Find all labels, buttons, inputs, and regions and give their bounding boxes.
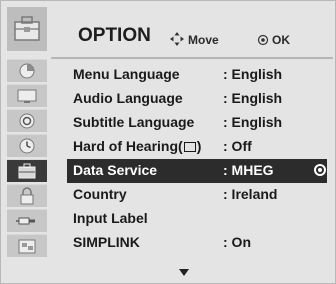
page-title: OPTION — [78, 25, 151, 46]
ok-hint: OK — [272, 33, 290, 47]
menu-item-hard-of-hearing[interactable]: Hard of Hearing() : Off — [67, 135, 327, 159]
option-briefcase-icon — [7, 7, 47, 51]
menu-item-data-service[interactable]: Data Service : MHEG — [67, 159, 327, 183]
time-icon[interactable] — [7, 134, 47, 157]
menu-item-label: SIMPLINK — [73, 234, 140, 250]
menu-item-label: Hard of Hearing() — [73, 138, 201, 154]
label-text: Hard of Hearing( — [73, 138, 183, 154]
audio-icon[interactable] — [7, 109, 47, 132]
selected-radio-icon — [314, 164, 326, 176]
menu-item-label: Menu Language — [73, 66, 180, 82]
menu-item-label: Country — [73, 186, 127, 202]
menu-item-value: : English — [223, 90, 283, 106]
menu-item-value: : English — [223, 66, 283, 82]
menu-item-audio-language[interactable]: Audio Language : English — [67, 87, 327, 111]
menu-item-input-label[interactable]: Input Label — [67, 207, 327, 231]
menu-item-subtitle-language[interactable]: Subtitle Language : English — [67, 111, 327, 135]
menu-item-country[interactable]: Country : Ireland — [67, 183, 327, 207]
menu-item-label: Data Service — [73, 162, 158, 178]
scroll-down-arrow-icon[interactable] — [179, 269, 189, 276]
menu-item-simplink[interactable]: SIMPLINK : On — [67, 231, 327, 255]
menu-item-value: : Ireland — [223, 186, 278, 202]
picture-icon[interactable] — [7, 84, 47, 107]
move-hint: Move — [188, 33, 219, 47]
category-sidebar — [7, 59, 47, 259]
menu-item-label: Audio Language — [73, 90, 183, 106]
menu-item-value: : English — [223, 114, 283, 130]
setup-icon[interactable] — [7, 59, 47, 82]
menu-item-menu-language[interactable]: Menu Language : English — [67, 63, 327, 87]
option-list: Menu Language : English Audio Language :… — [67, 63, 327, 255]
lock-icon[interactable] — [7, 184, 47, 207]
menu-item-value: : On — [223, 234, 251, 250]
move-arrows-icon — [169, 31, 185, 50]
menu-item-label: Input Label — [73, 210, 148, 226]
menu-item-label: Subtitle Language — [73, 114, 195, 130]
label-suffix: ) — [196, 138, 202, 154]
option-menu-panel: OPTION Move OK Menu Language: English A… — [0, 0, 336, 284]
usb-icon[interactable] — [7, 234, 47, 257]
menu-header: OPTION Move OK — [1, 1, 335, 57]
option-icon[interactable] — [7, 159, 47, 182]
header-divider — [51, 57, 333, 59]
ok-button-icon — [257, 34, 269, 49]
subtitle-box-icon — [183, 142, 196, 152]
input-icon[interactable] — [7, 209, 47, 232]
menu-item-value: : MHEG — [223, 162, 274, 178]
menu-item-value: : Off — [223, 138, 252, 154]
